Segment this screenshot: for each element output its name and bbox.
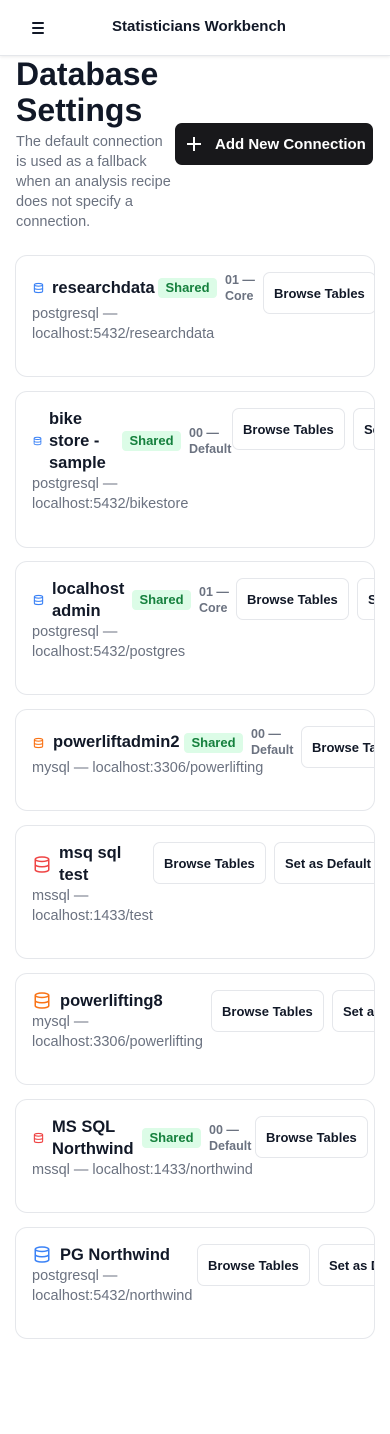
add-new-connection-label: Add New Connection bbox=[215, 135, 366, 153]
connection-meta: 00 — Default bbox=[189, 426, 232, 456]
connection-address: postgresql — localhost:5432/postgres bbox=[32, 624, 186, 660]
add-new-connection-button[interactable]: Add New Connection bbox=[175, 123, 373, 165]
page-title: Database Settings bbox=[16, 56, 159, 128]
connection-card: researchdata Shared 01 — Core Browse Tab… bbox=[15, 255, 375, 377]
connection-address: mysql — localhost:3306/powerlifting bbox=[32, 760, 264, 776]
browse-tables-button[interactable]: Browse Tables bbox=[197, 1244, 310, 1286]
connection-address: mssql — localhost:1433/test bbox=[32, 888, 153, 924]
set-as-default-button[interactable]: Set as Default bbox=[353, 408, 374, 450]
connection-card: bike store - sample Shared 00 — Default … bbox=[15, 391, 375, 548]
database-icon bbox=[34, 856, 50, 873]
shared-badge: Shared bbox=[184, 733, 243, 753]
connection-name: researchdata bbox=[52, 279, 155, 297]
shared-badge: Shared bbox=[132, 590, 191, 610]
connection-name: bike store - sample bbox=[49, 410, 106, 472]
connection-name: powerlifting8 bbox=[60, 992, 163, 1010]
connection-card: PG Northwind Browse Tables Set as Defaul… bbox=[15, 1227, 375, 1339]
connection-meta: 00 — Default bbox=[209, 1123, 252, 1153]
database-icon bbox=[33, 282, 44, 294]
connection-meta: 01 — Core bbox=[225, 273, 255, 303]
database-icon bbox=[34, 992, 50, 1009]
browse-tables-button[interactable]: Browse Tables bbox=[211, 990, 324, 1032]
connection-meta: 00 — Default bbox=[251, 727, 294, 757]
page-description: The default connection is used as a fall… bbox=[16, 134, 171, 230]
shared-badge: Shared bbox=[122, 431, 181, 451]
browse-tables-button[interactable]: Browse Tables bbox=[153, 842, 266, 884]
app-title: Statisticians Workbench bbox=[112, 18, 286, 35]
connection-name: msq sql test bbox=[59, 844, 122, 884]
browse-tables-button[interactable]: Browse Tables bbox=[301, 726, 374, 768]
shared-badge: Shared bbox=[142, 1128, 201, 1148]
shared-badge: Shared bbox=[158, 278, 217, 298]
browse-tables-button[interactable]: Browse Tables bbox=[255, 1116, 368, 1158]
database-icon bbox=[34, 1246, 50, 1263]
plus-icon bbox=[187, 137, 201, 151]
top-bar: Statisticians Workbench bbox=[0, 0, 390, 56]
connection-name: PG Northwind bbox=[60, 1246, 170, 1264]
connection-card: msq sql test Browse Tables Set as Defaul… bbox=[15, 825, 375, 959]
connection-address: mssql — localhost:1433/northwind bbox=[32, 1162, 253, 1178]
browse-tables-button[interactable]: Browse Tables bbox=[236, 578, 349, 620]
connection-address: postgresql — localhost:5432/researchdata bbox=[32, 306, 215, 342]
browse-tables-button[interactable]: Browse Tables bbox=[263, 272, 374, 314]
database-icon bbox=[33, 737, 44, 749]
connection-address: postgresql — localhost:5432/bikestore bbox=[32, 476, 189, 512]
connection-card: powerliftadmin2 Shared 00 — Default Brow… bbox=[15, 709, 375, 811]
set-as-default-button[interactable]: Set as Default bbox=[357, 578, 374, 620]
set-as-default-button[interactable]: Set as Default bbox=[332, 990, 374, 1032]
database-icon bbox=[33, 594, 44, 606]
connection-card: localhost admin Shared 01 — Core Browse … bbox=[15, 561, 375, 695]
database-icon bbox=[33, 436, 42, 446]
connection-card: MS SQL Northwind Shared 00 — Default Bro… bbox=[15, 1099, 375, 1213]
connection-address: postgresql — localhost:5432/northwind bbox=[32, 1268, 193, 1304]
set-as-default-button[interactable]: Set as Default bbox=[318, 1244, 374, 1286]
connection-meta: 01 — Core bbox=[199, 585, 229, 615]
connection-name: MS SQL Northwind bbox=[52, 1118, 134, 1158]
connection-address: mysql — localhost:3306/powerlifting bbox=[32, 1014, 203, 1050]
connection-name: localhost admin bbox=[52, 580, 125, 620]
browse-tables-button[interactable]: Browse Tables bbox=[232, 408, 345, 450]
connection-name: powerliftadmin2 bbox=[53, 733, 180, 751]
connection-card: powerlifting8 Browse Tables Set as Defau… bbox=[15, 973, 375, 1085]
set-as-default-button[interactable]: Set as Default bbox=[274, 842, 374, 884]
database-icon bbox=[33, 1132, 44, 1144]
